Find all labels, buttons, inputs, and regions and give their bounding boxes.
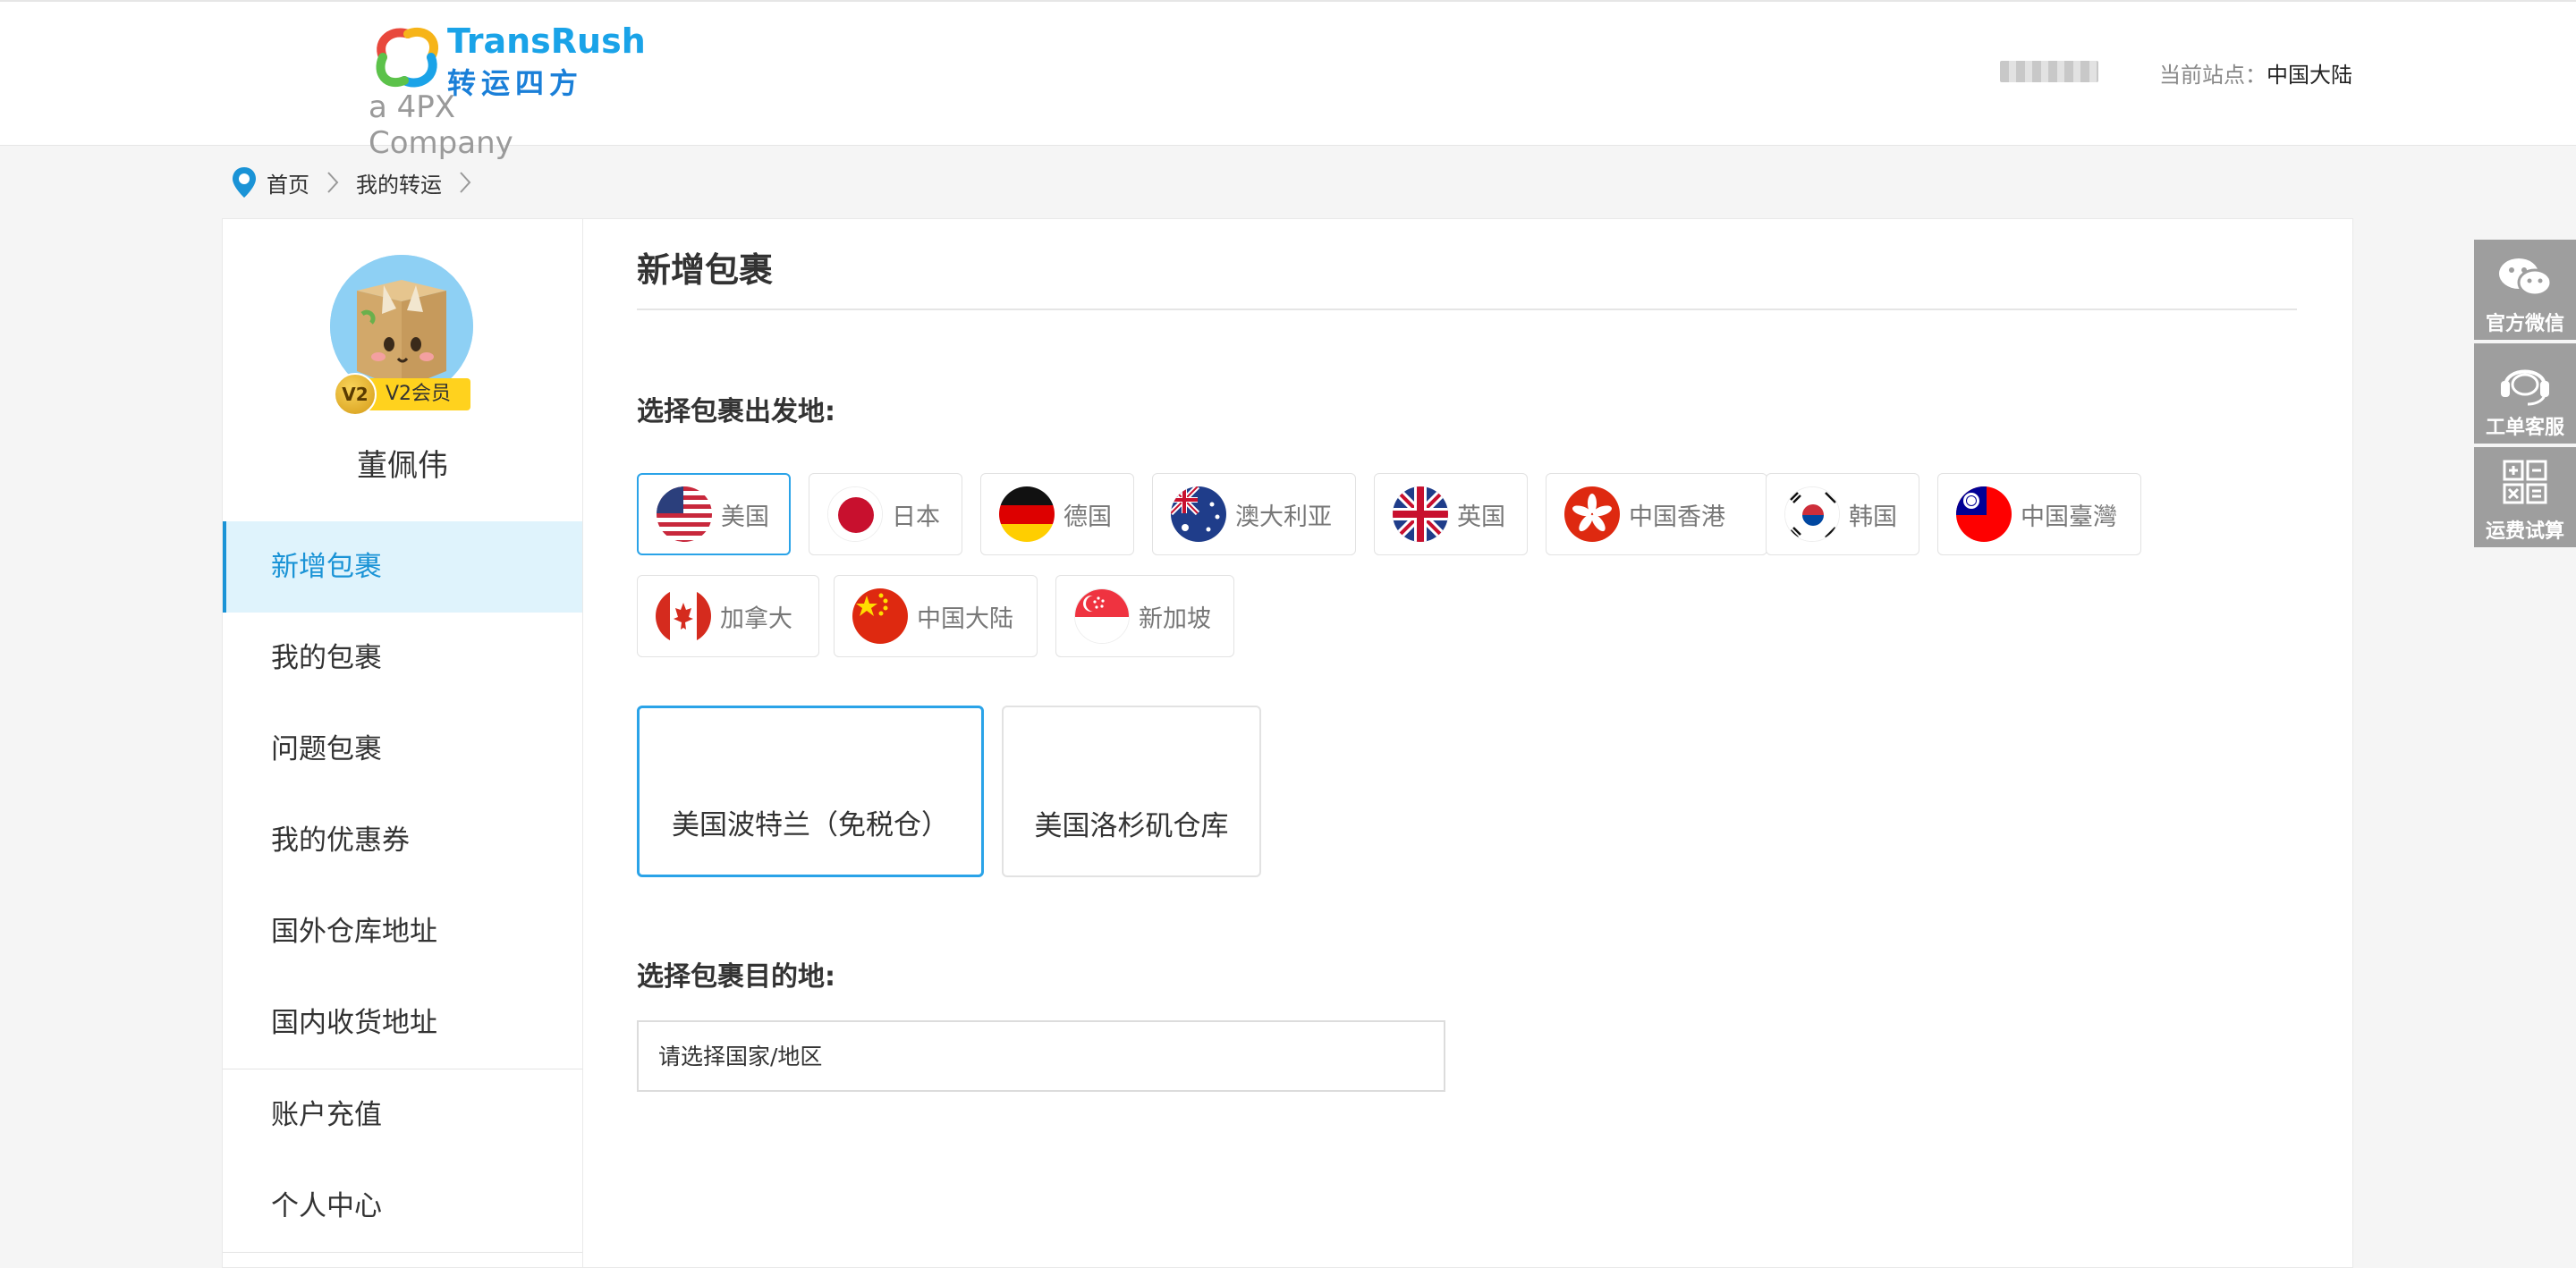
origin-option-jp[interactable]: 日本 bbox=[809, 473, 962, 555]
origin-label: 德国 bbox=[1063, 503, 1112, 531]
current-station[interactable]: 当前站点：中国大陆 bbox=[2159, 57, 2352, 89]
origin-label: 日本 bbox=[892, 503, 940, 531]
origin-label: 新加坡 bbox=[1139, 604, 1211, 633]
top-header: TransRush 转运四方 a 4PX Company 当前站点：中国大陆 bbox=[0, 0, 2576, 161]
user-account-blurred[interactable] bbox=[2000, 61, 2098, 82]
origin-option-ca[interactable]: 加拿大 bbox=[637, 575, 819, 657]
sg-flag-icon bbox=[1074, 588, 1130, 644]
origin-label: 加拿大 bbox=[720, 604, 792, 633]
origin-section-label: 选择包裹出发地: bbox=[637, 396, 835, 427]
origin-label: 中国大陆 bbox=[917, 604, 1013, 633]
au-flag-icon bbox=[1171, 486, 1226, 542]
sidebar-item-problem-packages[interactable]: 问题包裹 bbox=[223, 704, 582, 795]
destination-section-label: 选择包裹目的地: bbox=[637, 961, 835, 993]
chevron-right-icon bbox=[460, 172, 471, 193]
sidebar-menu: 新增包裹 我的包裹 问题包裹 我的优惠券 国外仓库地址 国内收货地址 账户充值 … bbox=[223, 521, 582, 1253]
gb-flag-icon bbox=[1393, 486, 1448, 542]
location-pin-icon bbox=[233, 167, 256, 198]
station-label: 当前站点： bbox=[2159, 63, 2267, 88]
breadcrumb-home[interactable]: 首页 bbox=[267, 167, 309, 199]
wechat-icon bbox=[2499, 258, 2553, 297]
ca-flag-icon bbox=[656, 588, 711, 644]
origin-option-kr[interactable]: 韩国 bbox=[1766, 473, 1919, 555]
origin-option-hk[interactable]: 中国香港 bbox=[1546, 473, 1767, 555]
page-title: 新增包裹 bbox=[637, 250, 774, 290]
origin-option-gb[interactable]: 英国 bbox=[1374, 473, 1528, 555]
level-medal-icon: V2 bbox=[334, 373, 377, 416]
origin-option-tw[interactable]: 中国臺灣 bbox=[1937, 473, 2141, 555]
logo-mark-icon bbox=[376, 27, 439, 88]
logo-subtitle: a 4PX Company bbox=[369, 89, 513, 161]
tool-label: 工单客服 bbox=[2485, 417, 2564, 439]
sidebar: V2 V2会员 董佩伟 新增包裹 我的包裹 问题包裹 我的优惠券 国外仓库地址 … bbox=[222, 218, 583, 1268]
member-level-badge: V2 V2会员 bbox=[334, 373, 471, 416]
sidebar-item-recharge[interactable]: 账户充值 bbox=[223, 1069, 582, 1161]
wechat-button[interactable]: 官方微信 bbox=[2474, 240, 2576, 340]
sidebar-item-profile[interactable]: 个人中心 bbox=[223, 1161, 582, 1252]
breadcrumb: 首页 我的转运 bbox=[231, 165, 488, 200]
origin-label: 中国臺灣 bbox=[2021, 503, 2117, 531]
tool-label: 官方微信 bbox=[2485, 313, 2564, 335]
sidebar-item-my-packages[interactable]: 我的包裹 bbox=[223, 613, 582, 704]
origin-label: 英国 bbox=[1457, 503, 1505, 531]
origin-option-au[interactable]: 澳大利亚 bbox=[1152, 473, 1356, 555]
calculator-icon bbox=[2503, 460, 2547, 504]
cn-flag-icon bbox=[852, 588, 908, 644]
origin-label: 中国香港 bbox=[1629, 503, 1725, 531]
origin-option-us[interactable]: 美国 bbox=[637, 473, 791, 555]
origin-option-sg[interactable]: 新加坡 bbox=[1055, 575, 1234, 657]
origin-option-de[interactable]: 德国 bbox=[980, 473, 1134, 555]
us-flag-icon bbox=[657, 486, 712, 542]
warehouse-option-los-angeles[interactable]: 美国洛杉矶仓库 bbox=[1002, 706, 1261, 877]
logo[interactable]: TransRush 转运四方 a 4PX Company bbox=[361, 21, 646, 161]
warehouse-option-portland[interactable]: 美国波特兰（免税仓） bbox=[637, 706, 984, 877]
shipping-calculator-button[interactable]: 运费试算 bbox=[2474, 447, 2576, 547]
origin-label: 澳大利亚 bbox=[1235, 503, 1332, 531]
jp-flag-icon bbox=[827, 486, 883, 542]
sidebar-item-domestic-address[interactable]: 国内收货地址 bbox=[223, 977, 582, 1069]
menu-divider bbox=[223, 1252, 582, 1253]
station-value[interactable]: 中国大陆 bbox=[2267, 63, 2352, 88]
headset-icon bbox=[2501, 369, 2549, 406]
level-label: V2会员 bbox=[368, 378, 471, 410]
tw-flag-icon bbox=[1956, 486, 2012, 542]
sidebar-item-coupons[interactable]: 我的优惠券 bbox=[223, 795, 582, 886]
breadcrumb-my-transfer[interactable]: 我的转运 bbox=[356, 167, 442, 199]
tool-label: 运费试算 bbox=[2485, 520, 2564, 543]
customer-service-button[interactable]: 工单客服 bbox=[2474, 343, 2576, 444]
floating-toolbar: 官方微信 工单客服 运费试算 bbox=[2474, 240, 2576, 551]
origin-label: 美国 bbox=[721, 503, 769, 531]
chevron-right-icon bbox=[327, 172, 339, 193]
main-content: 新增包裹 选择包裹出发地: 美国 日本 德国 澳大利亚 英国 中国香港 韩国 中… bbox=[583, 218, 2353, 1268]
kr-flag-icon bbox=[1784, 486, 1840, 542]
origin-label: 韩国 bbox=[1849, 503, 1897, 531]
sidebar-item-add-package[interactable]: 新增包裹 bbox=[223, 521, 582, 613]
title-divider bbox=[637, 309, 2297, 310]
hk-flag-icon bbox=[1564, 486, 1620, 542]
destination-select[interactable] bbox=[637, 1020, 1445, 1092]
origin-option-cn[interactable]: 中国大陆 bbox=[834, 575, 1038, 657]
logo-brand-text: TransRush bbox=[447, 21, 646, 61]
de-flag-icon bbox=[999, 486, 1055, 542]
username: 董佩伟 bbox=[357, 448, 448, 484]
sidebar-item-overseas-warehouse[interactable]: 国外仓库地址 bbox=[223, 886, 582, 977]
